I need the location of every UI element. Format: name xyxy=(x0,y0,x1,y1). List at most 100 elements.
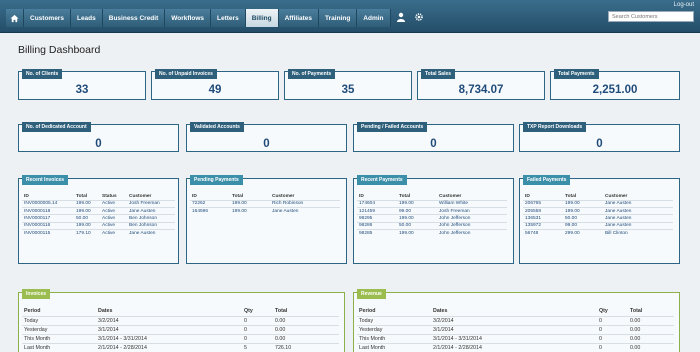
panel-title: Pending Payments xyxy=(190,175,243,185)
stat-value: 0 xyxy=(430,138,437,150)
cell: Ben Johnson xyxy=(127,214,175,223)
table-row[interactable]: 121459 99.00 Josh Freeman xyxy=(357,206,507,215)
nav-letters[interactable]: Letters xyxy=(211,9,246,27)
stat-value: 0 xyxy=(263,138,270,150)
invoice-id[interactable]: INV0000116 xyxy=(22,221,74,230)
cell: 3/1/2014 xyxy=(431,324,597,334)
invoice-id[interactable]: INV0000115 xyxy=(22,229,74,237)
gear-icon[interactable] xyxy=(414,12,424,22)
stat-label: No. of Dedicated Account xyxy=(22,122,91,132)
table-row[interactable]: INV0000118 199.00 Active Jane Austen xyxy=(22,206,175,215)
cell: 0.00 xyxy=(628,324,674,334)
nav-leads[interactable]: Leads xyxy=(70,9,103,27)
revenue-panel: Revenue Period Dates Qty Total Today 3/2/… xyxy=(353,289,680,352)
cell: 3/1/2014 - 3/31/2014 xyxy=(96,333,242,343)
cell: Active xyxy=(100,214,127,223)
table-row[interactable]: 174604 199.00 William White xyxy=(357,199,507,208)
table-row[interactable]: 136531 50.00 Jane Austen xyxy=(523,214,673,223)
failed-payments-panel: Failed Payments ID Total Customer 206765… xyxy=(519,175,680,264)
cell: Active xyxy=(100,229,127,237)
column-header: Total xyxy=(399,193,411,199)
cell: 3/2/2014 xyxy=(96,315,242,325)
cell: Yesterday xyxy=(357,324,431,334)
table-row[interactable]: 98295 199.00 John Jefferson xyxy=(357,214,507,223)
nav-billing[interactable]: Billing xyxy=(245,9,279,27)
column-header: ID xyxy=(24,193,29,199)
invoice-id[interactable]: INV0000117 xyxy=(22,214,74,223)
table-row: Last Month 2/1/2014 - 2/28/2014 0 0.00 xyxy=(357,342,674,352)
table-row[interactable]: INV0000005.14 199.00 Active Josh Freeman xyxy=(22,199,175,208)
nav-customers[interactable]: Customers xyxy=(24,9,71,27)
payment-id[interactable]: 121459 xyxy=(357,206,397,215)
table-row[interactable]: 98285 199.00 John Jefferson xyxy=(357,229,507,237)
payment-id[interactable]: 98295 xyxy=(357,214,397,223)
cell: 199.00 xyxy=(74,221,100,230)
table-row[interactable]: 98286 50.00 John Jefferson xyxy=(357,221,507,230)
page-title: Billing Dashboard xyxy=(18,44,101,56)
cell: 3/1/2014 - 3/31/2014 xyxy=(431,333,597,343)
nav-business-credit[interactable]: Business Credit xyxy=(102,9,166,27)
table-row[interactable]: 164596 199.00 Jane Austen xyxy=(190,206,340,215)
nav-affiliates[interactable]: Affiliates xyxy=(278,9,320,27)
home-button[interactable] xyxy=(6,9,24,27)
table-row: Last Month 2/1/2014 - 2/28/2014 5 726.10 xyxy=(22,342,339,352)
table-row[interactable]: 206765 199.00 Jane Austen xyxy=(523,199,673,208)
cell: Jane Austen xyxy=(127,206,175,215)
cell: This Month xyxy=(357,333,431,343)
cell: 5 xyxy=(242,342,273,352)
cell: Jane Austen xyxy=(603,206,673,215)
table-row[interactable]: INV0000116 199.00 Active Ben Johnson xyxy=(22,221,175,230)
cell: This Month xyxy=(22,333,96,343)
cell: 199.00 xyxy=(397,199,437,208)
invoices-table: Period Dates Qty Total Today 3/2/2014 0 0.0… xyxy=(22,307,339,352)
payment-id[interactable]: 205558 xyxy=(523,206,563,215)
table-row[interactable]: 135972 99.00 Jane Austen xyxy=(523,221,673,230)
payment-id[interactable]: 135972 xyxy=(523,221,563,230)
cell: 0 xyxy=(242,315,273,325)
cell: 50.00 xyxy=(74,214,100,223)
payment-id[interactable]: 174604 xyxy=(357,199,397,208)
nav-training[interactable]: Training xyxy=(319,9,358,27)
table-row[interactable]: INV0000115 179.10 Active Jane Austen xyxy=(22,229,175,237)
table-row[interactable]: 56748 299.00 Bill Clinton xyxy=(523,229,673,237)
cell: Jane Austen xyxy=(603,221,673,230)
search-input[interactable] xyxy=(608,11,694,22)
table-row: Today 3/2/2014 0 0.00 xyxy=(357,315,674,325)
payment-id[interactable]: 72262 xyxy=(190,199,230,208)
cell: Last Month xyxy=(22,342,96,352)
pending-payments-panel: Pending Payments ID Total Customer 72262… xyxy=(186,175,347,264)
user-icon[interactable] xyxy=(396,12,406,22)
nav-workflows[interactable]: Workflows xyxy=(165,9,212,27)
cell: 0.00 xyxy=(273,333,339,343)
column-header: ID xyxy=(525,193,530,199)
payment-id[interactable]: 98286 xyxy=(357,221,397,230)
stat-label: Total Sales xyxy=(421,69,456,79)
payment-id[interactable]: 164596 xyxy=(190,206,230,215)
table-row[interactable]: 205558 199.00 Jane Austen xyxy=(523,206,673,215)
invoice-id[interactable]: INV0000005.14 xyxy=(22,199,74,208)
stat-value: 0 xyxy=(596,138,603,150)
logout-link[interactable]: Log-out xyxy=(674,2,694,8)
stat-txp-report-downloads: TXP Report Downloads 0 xyxy=(519,122,680,152)
cell: 0 xyxy=(597,315,628,325)
recent-payments-panel: Recent Payments ID Total Customer 174604… xyxy=(353,175,514,264)
payment-id[interactable]: 206765 xyxy=(523,199,563,208)
column-header: Period xyxy=(24,308,41,315)
panel-title: Recent Invoices xyxy=(22,175,69,185)
table-row[interactable]: 72262 199.00 Rich Robinson xyxy=(190,199,340,208)
cell: 0 xyxy=(597,342,628,352)
cell: 179.10 xyxy=(74,229,100,237)
stat-unpaid-invoices: No. of Unpaid Invoices 49 xyxy=(151,69,279,100)
cell: 299.00 xyxy=(563,229,603,237)
stat-label: Validated Accounts xyxy=(190,122,244,132)
payment-id[interactable]: 98285 xyxy=(357,229,397,237)
cell: 199.00 xyxy=(74,199,100,208)
nav-admin[interactable]: Admin xyxy=(357,9,391,27)
cell: 0 xyxy=(242,324,273,334)
stat-total-payments: Total Payments 2,251.00 xyxy=(550,69,680,100)
payment-id[interactable]: 56748 xyxy=(523,229,563,237)
payment-id[interactable]: 136531 xyxy=(523,214,563,223)
invoice-id[interactable]: INV0000118 xyxy=(22,206,74,215)
table-row[interactable]: INV0000117 50.00 Active Ben Johnson xyxy=(22,214,175,223)
cell: Bill Clinton xyxy=(603,229,673,237)
